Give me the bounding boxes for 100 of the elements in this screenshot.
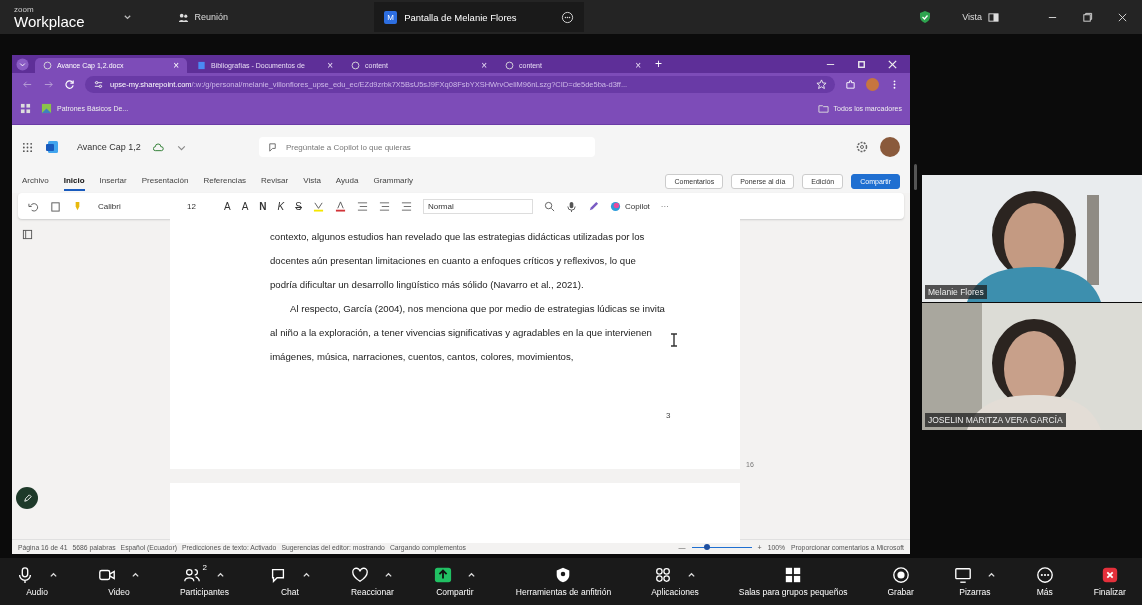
pen-icon [21,492,33,504]
record-button[interactable]: Grabar [883,564,918,599]
ribbon-tab[interactable]: Referencias [203,171,247,191]
tab-favicon-icon [43,61,52,70]
heart-icon [351,566,370,584]
meeting-menu[interactable]: Reunión [171,10,235,24]
font-field[interactable]: Calibri [94,199,172,213]
text-cursor-icon [670,333,678,347]
undo-icon[interactable] [28,200,39,212]
share-button[interactable]: Compartir [429,564,480,599]
chat-icon [266,141,278,153]
format-button[interactable]: S [295,200,302,212]
tab-close-button[interactable]: × [635,60,641,71]
end-icon [1100,566,1119,584]
more-icon[interactable] [561,10,575,24]
end-button[interactable]: Finalizar [1089,564,1130,599]
grid-icon [784,566,803,584]
layout-icon [988,11,999,23]
people-icon [183,566,202,584]
document-title[interactable]: Avance Cap 1,2 [77,142,141,152]
style-field[interactable]: Normal [422,198,533,214]
board-icon [953,566,972,584]
highlight-color-icon[interactable] [312,200,324,212]
navigation-icon[interactable] [21,229,33,240]
ribbon-tab[interactable]: Grammarly [373,171,413,191]
list-icon[interactable] [356,200,368,212]
tab-favicon-icon [197,61,206,70]
ribbon-tab[interactable]: Insertar [99,171,127,191]
format-button[interactable]: N [259,200,267,212]
caret-icon[interactable] [466,570,476,580]
search-input[interactable]: Pregúntale a Copilot lo que quieras [283,141,587,153]
extensions-icon[interactable] [845,79,856,90]
grid-button[interactable]: Salas para grupos pequeños [734,564,852,599]
list-icon[interactable] [378,200,390,212]
caret-icon[interactable] [301,570,311,580]
mic-button[interactable]: Audio [12,564,62,599]
search-icon[interactable] [543,200,555,212]
microphone-icon[interactable] [565,200,577,212]
shield-button[interactable]: Herramientas de anfitrión [511,564,616,599]
ribbon-tab[interactable]: Presentación [141,171,189,191]
caret-icon[interactable] [216,570,226,580]
heart-button[interactable]: Reaccionar [346,564,398,599]
copilot-button[interactable]: Copilot [609,200,650,212]
share-icon [433,566,452,584]
format-button[interactable]: A [241,200,249,212]
app-launcher-icon[interactable] [22,141,33,153]
bookmark-icon [41,102,52,114]
format-button[interactable]: A [224,200,231,212]
shared-screen-title: Pantalla de Melanie Flores [404,11,517,23]
tab-search-icon[interactable] [16,57,29,71]
restore-icon[interactable] [856,58,867,70]
copilot-icon [609,200,621,212]
ribbon-tab[interactable]: Inicio [63,171,85,191]
caret-icon[interactable] [384,570,394,580]
close-icon[interactable] [887,58,898,70]
restore-icon[interactable] [1082,11,1093,23]
site-settings-icon[interactable] [93,79,104,90]
ribbon-tab[interactable]: Vista [303,171,321,191]
reload-icon[interactable] [64,79,75,90]
cloud-icon [152,141,164,153]
caret-icon[interactable] [986,570,996,580]
close-icon[interactable] [1117,11,1128,23]
search-field[interactable]: Pregúntale a Copilot lo que quieras [258,137,595,157]
view-button[interactable]: Vista [956,10,1005,24]
tab-close-button[interactable]: × [173,60,179,71]
tab-close-button[interactable]: × [481,60,487,71]
ribbon-tab[interactable]: Archivo [22,171,49,191]
paragraph: Al respecto, García (2004), nos menciona que por medio de estrategias lúdicas se invita al niño a la exploración, a tener vivencias significativas y agradables en la que intervienen imágenes, música, narraciones, cuentos, cantos, colores, movimientos, [270,302,665,364]
tab-close-button[interactable]: × [327,60,333,71]
apps-icon[interactable] [20,102,31,114]
list-icon[interactable] [400,200,412,212]
record-icon [891,566,910,584]
chat-button[interactable]: Chat [264,564,315,599]
ribbon-tab[interactable]: Ayuda [335,171,359,191]
font-color-icon[interactable] [334,200,346,212]
more-button[interactable]: ··· [660,201,669,211]
caret-icon[interactable] [130,570,140,580]
pen-icon[interactable] [587,200,599,212]
editor-button[interactable] [16,487,38,509]
shield-icon[interactable] [918,10,933,24]
new-tab-button[interactable]: + [655,57,662,71]
camera-button[interactable]: Video [93,564,144,599]
board-button[interactable]: Pizarras [949,564,1000,599]
ribbon-tab[interactable]: Revisar [261,171,289,191]
paragraph: contexto, algunos estudios han revelado que las estrategias didácticas utilizadas por los docentes aún presentan limitaciones en cuanto a enfoques críticos y reflexivos, lo que podría dificultar un desarrollo lingüístico más sólido (Navarro et al., 2021). [270,230,646,292]
caret-icon[interactable] [687,570,696,580]
settings-icon[interactable] [856,141,868,153]
format-button[interactable]: K [277,200,285,212]
clipboard-icon[interactable] [50,200,61,212]
caret-icon[interactable] [49,570,58,580]
star-icon[interactable] [816,79,827,90]
shared-screen-tab[interactable]: M Pantalla de Melanie Flores [374,2,585,32]
participant-name: JOSELIN MARITZA VERA GARCÍA [925,413,1066,427]
font-size-field[interactable]: 12 [183,199,213,213]
avatar: M [384,10,398,24]
people-button[interactable]: 2 Participantes [175,564,233,599]
apps-button[interactable]: Aplicaciones [647,564,703,599]
app-logo: Workplace [14,13,85,29]
user-avatar[interactable] [880,137,900,157]
more-button[interactable]: Más [1031,564,1058,599]
